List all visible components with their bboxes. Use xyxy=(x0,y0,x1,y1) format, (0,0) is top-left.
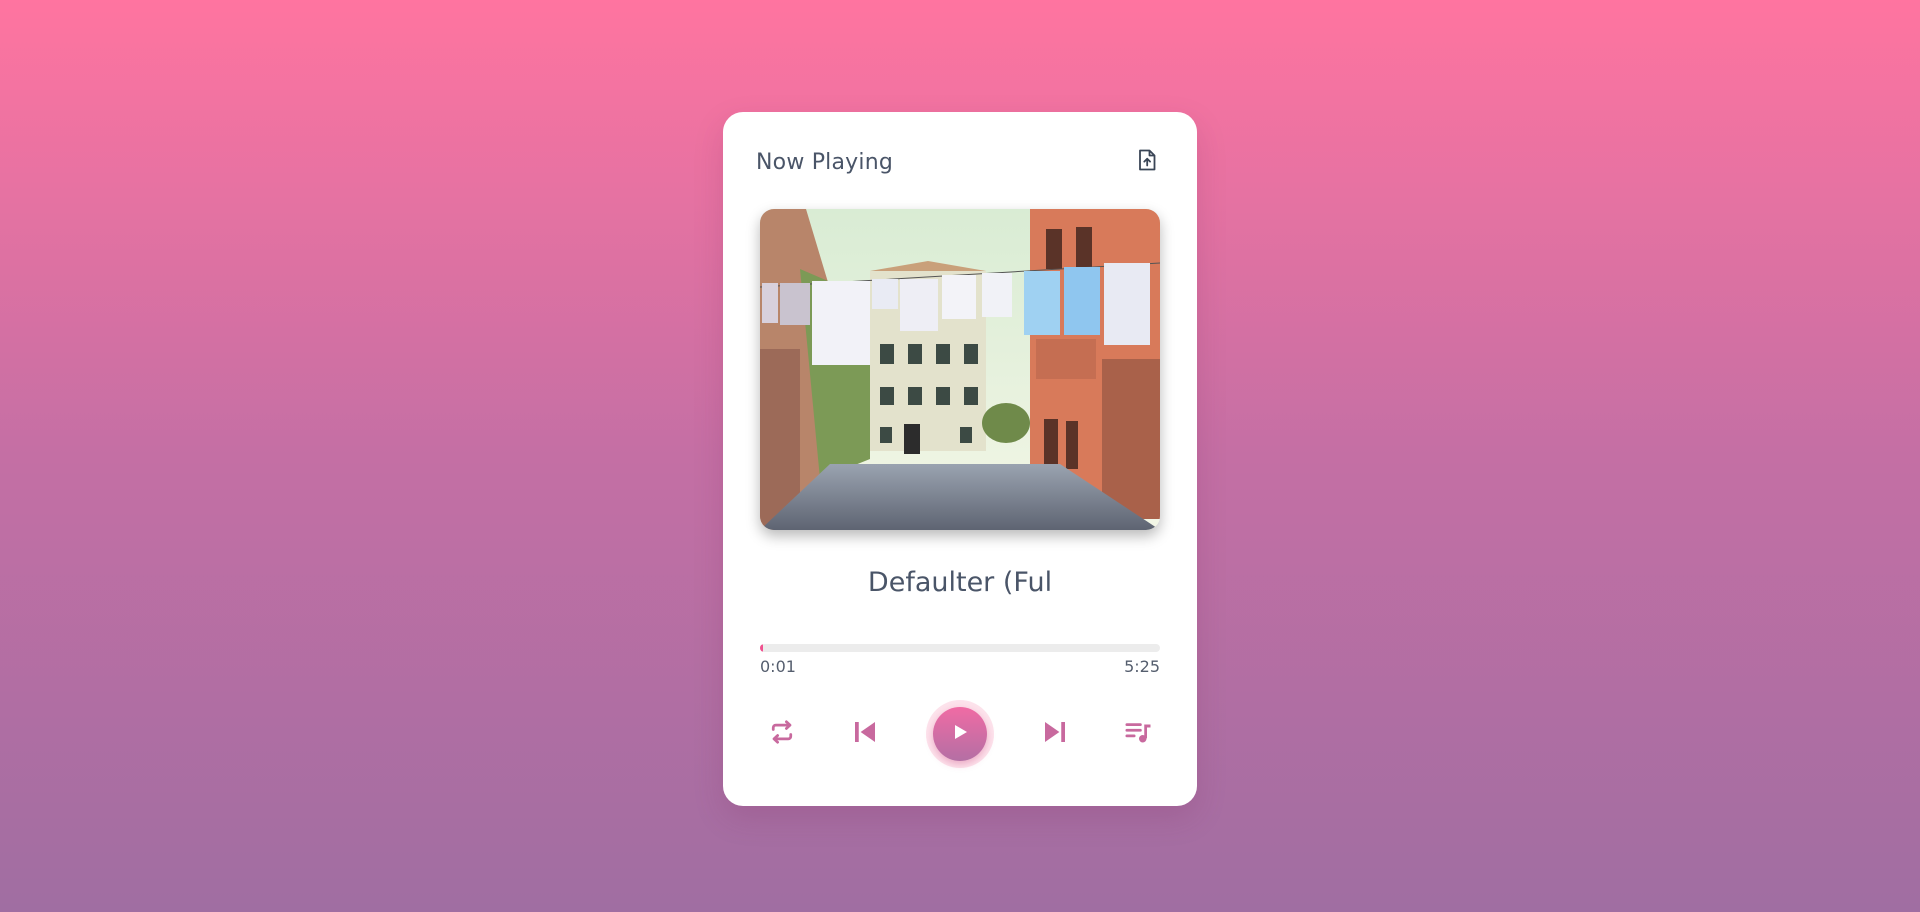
album-cover xyxy=(760,209,1160,530)
playlist-button[interactable] xyxy=(1116,712,1160,756)
play-icon xyxy=(950,722,970,746)
track-title: Defaulter (Ful xyxy=(867,567,1053,598)
file-upload-icon xyxy=(1137,149,1157,175)
repeat-button[interactable] xyxy=(760,712,804,756)
skip-next-icon xyxy=(1040,717,1070,751)
next-button[interactable] xyxy=(1033,712,1077,756)
playback-controls xyxy=(760,698,1160,770)
previous-button[interactable] xyxy=(843,712,887,756)
page-title: Now Playing xyxy=(756,149,894,175)
current-time: 0:01 xyxy=(760,657,796,676)
play-button[interactable] xyxy=(926,700,994,768)
skip-previous-icon xyxy=(850,717,880,751)
play-button-inner xyxy=(933,707,987,761)
player-card: Now Playing Defaulter (Ful 0:01 5:25 xyxy=(723,112,1197,806)
progress-bar[interactable] xyxy=(760,644,1160,652)
upload-file-button[interactable] xyxy=(1131,146,1163,178)
repeat-icon xyxy=(767,717,797,751)
playlist-icon xyxy=(1123,717,1153,751)
total-time: 5:25 xyxy=(1124,657,1160,676)
player-header: Now Playing xyxy=(756,142,1163,182)
progress-fill xyxy=(760,644,763,652)
